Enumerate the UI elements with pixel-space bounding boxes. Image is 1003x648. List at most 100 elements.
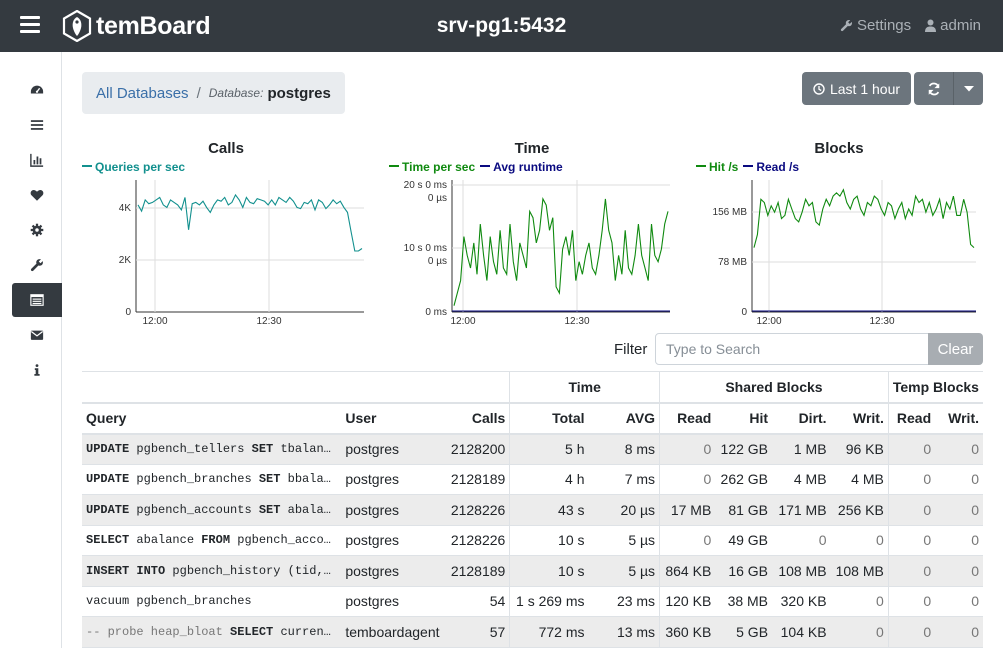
sidebar-item-about[interactable] xyxy=(12,353,62,387)
column-header-shared-dirtied[interactable]: Dirt. xyxy=(772,401,831,435)
column-header-total[interactable]: Total xyxy=(509,401,589,435)
y-secondary-tick-label: 0 µs xyxy=(428,193,447,204)
table-row[interactable]: -- probe heap_bloat SELECT current_datab… xyxy=(82,616,983,648)
y-secondary-tick-label: 0 µs xyxy=(428,256,447,267)
legend-label: Hit /s xyxy=(709,160,739,174)
cell-calls: 2128226 xyxy=(443,494,510,526)
user-menu[interactable]: admin xyxy=(925,17,981,34)
cell-calls: 54 xyxy=(443,586,510,617)
cell-query[interactable]: UPDATE pgbench_branches SET bbalance = b… xyxy=(82,464,342,495)
y-tick-label: 78 MB xyxy=(718,257,747,268)
info-icon xyxy=(34,364,40,376)
table-group-header: Time Shared Blocks Temp Blocks xyxy=(82,371,983,403)
cell-query[interactable]: -- probe heap_bloat SELECT current_datab… xyxy=(82,616,342,648)
cell-shared-read: 0 xyxy=(659,464,716,495)
legend-label: Avg runtime xyxy=(493,160,563,174)
x-tick-label: 12:30 xyxy=(564,316,589,327)
cell-query[interactable]: vacuum pgbench_branches xyxy=(82,586,342,617)
top-navbar: temBoard srv-pg1:5432 Settings admin xyxy=(0,0,1003,52)
cell-user: postgres xyxy=(341,555,444,587)
cell-query[interactable]: SELECT abalance FROM pgbench_accounts WH… xyxy=(82,525,342,556)
table-row[interactable]: UPDATE pgbench_branches SET bbalance = b… xyxy=(82,464,983,495)
cell-shared-read: 17 MB xyxy=(659,494,716,526)
column-header-user[interactable]: User xyxy=(341,401,444,435)
bar-chart-icon xyxy=(30,153,44,167)
breadcrumb-separator: / xyxy=(196,84,201,102)
cell-query[interactable]: UPDATE pgbench_tellers SET tbalance = tb… xyxy=(82,433,342,465)
chart-blocks-title: Blocks xyxy=(814,140,864,157)
cell-total: 1 s 269 ms xyxy=(509,586,589,617)
sidebar-item-activity[interactable] xyxy=(12,108,62,142)
refresh-options-dropdown[interactable] xyxy=(954,72,983,105)
cell-temp-written: 0 xyxy=(935,616,983,648)
cell-calls: 2128226 xyxy=(443,525,510,556)
table-row[interactable]: UPDATE pgbench_tellers SET tbalance = tb… xyxy=(82,433,983,465)
cell-temp-read: 0 xyxy=(887,494,936,526)
sidebar-item-dashboard[interactable] xyxy=(12,73,62,107)
filter-search-input[interactable] xyxy=(655,333,929,365)
column-header-avg[interactable]: AVG xyxy=(588,401,660,435)
period-picker-button[interactable]: Last 1 hour xyxy=(802,72,911,105)
legend-item-hit-per-sec[interactable]: Hit /s xyxy=(696,160,738,174)
cell-shared-dirtied: 171 MB xyxy=(772,494,831,526)
table-row[interactable]: SELECT abalance FROM pgbench_accounts WH… xyxy=(82,525,983,556)
list-icon xyxy=(30,120,44,130)
tachometer-icon xyxy=(30,85,44,94)
cell-query[interactable]: UPDATE pgbench_accounts SET abalance = a… xyxy=(82,494,342,526)
chart-calls-legend: Queries per sec xyxy=(82,160,185,174)
query-text: pgbench_branches xyxy=(129,472,259,487)
cell-shared-dirtied: 320 KB xyxy=(772,586,831,617)
sidebar-item-maintenance[interactable] xyxy=(12,248,62,282)
cell-query[interactable]: INSERT INTO pgbench_history (tid, bid, a… xyxy=(82,555,342,587)
legend-item-time-per-sec[interactable]: Time per sec xyxy=(389,160,475,174)
series-line-time-per-sec xyxy=(453,197,669,306)
cell-shared-dirtied: 4 MB xyxy=(772,464,831,495)
cell-calls: 2128200 xyxy=(443,433,510,465)
table-row[interactable]: INSERT INTO pgbench_history (tid, bid, a… xyxy=(82,555,983,587)
breadcrumb-all-databases[interactable]: All Databases xyxy=(96,85,189,102)
cell-user: postgres xyxy=(341,586,444,617)
table-row[interactable]: UPDATE pgbench_accounts SET abalance = a… xyxy=(82,494,983,526)
column-header-temp-written[interactable]: Writ. xyxy=(935,401,983,435)
cell-total: 5 h xyxy=(509,433,589,465)
sidebar-item-status[interactable] xyxy=(12,178,62,212)
sidebar-item-monitoring[interactable] xyxy=(12,143,62,177)
column-header-calls[interactable]: Calls xyxy=(443,401,510,435)
legend-label: Queries per sec xyxy=(95,160,186,174)
x-tick-label: 12:30 xyxy=(256,316,281,327)
caret-down-icon xyxy=(963,85,974,91)
column-header-shared-read[interactable]: Read xyxy=(659,401,716,435)
cell-user: postgres xyxy=(341,464,444,495)
y-tick-label: 4K xyxy=(119,203,132,214)
query-text: abalance xyxy=(129,533,202,548)
period-label: Last 1 hour xyxy=(829,80,901,97)
cell-temp-written: 0 xyxy=(935,494,983,526)
table-row[interactable]: vacuum pgbench_branches postgres 54 1 s 269… xyxy=(82,586,983,617)
cell-shared-dirtied: 108 MB xyxy=(772,555,831,587)
clock-icon xyxy=(813,82,825,95)
sidebar-item-statements[interactable] xyxy=(12,283,62,317)
cell-shared-dirtied: 1 MB xyxy=(772,433,831,465)
sidebar-item-notifications[interactable] xyxy=(12,318,62,352)
y-tick-label: 10 s 0 ms xyxy=(404,243,447,254)
refresh-button[interactable] xyxy=(914,72,954,105)
clear-filter-button[interactable]: Clear xyxy=(928,333,983,365)
x-tick-label: 12:00 xyxy=(142,316,167,327)
legend-item-avg-runtime[interactable]: Avg runtime xyxy=(480,160,563,174)
query-text: vacuum pgbench_branches xyxy=(86,594,252,609)
column-header-shared-written[interactable]: Writ. xyxy=(830,401,889,435)
column-header-query[interactable]: Query xyxy=(82,401,342,435)
heart-icon xyxy=(30,190,44,201)
cell-total: 43 s xyxy=(509,494,589,526)
legend-item-queries-per-sec[interactable]: Queries per sec xyxy=(82,160,185,174)
refresh-icon xyxy=(928,82,939,95)
column-header-temp-read[interactable]: Read xyxy=(887,401,936,435)
cell-total: 4 h xyxy=(509,464,589,495)
column-header-shared-hit[interactable]: Hit xyxy=(715,401,773,435)
settings-link[interactable]: Settings xyxy=(840,17,911,34)
legend-item-read-per-sec[interactable]: Read /s xyxy=(743,160,799,174)
cell-shared-read: 864 KB xyxy=(659,555,716,587)
breadcrumb-db-label: Database: xyxy=(208,86,264,100)
cell-temp-read: 0 xyxy=(887,555,936,587)
sidebar-item-configuration[interactable] xyxy=(12,213,62,247)
